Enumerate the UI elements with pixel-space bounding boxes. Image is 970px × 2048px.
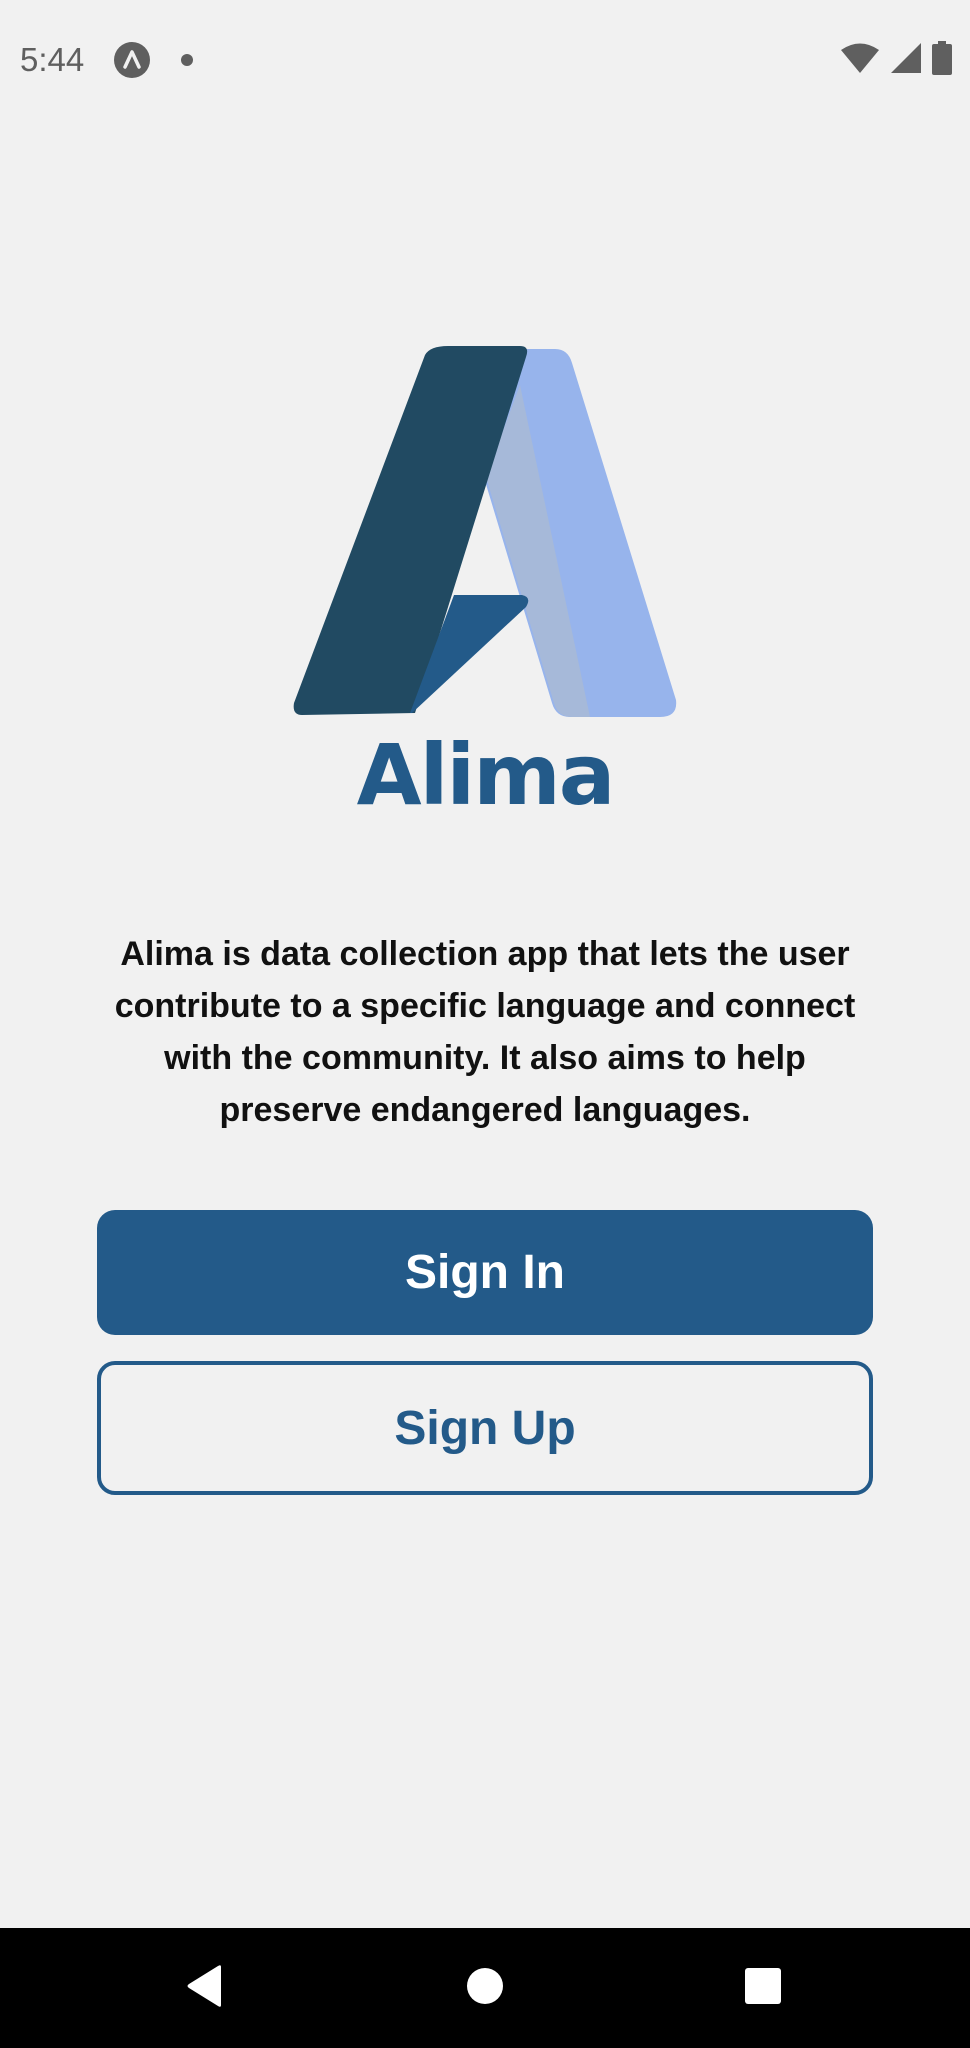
status-bar: 5:44 bbox=[0, 0, 970, 120]
wifi-icon bbox=[840, 42, 880, 79]
back-icon bbox=[185, 1964, 225, 2013]
signal-icon bbox=[890, 42, 922, 79]
brand-name: Alima bbox=[356, 726, 616, 824]
recents-button[interactable] bbox=[708, 1928, 818, 2048]
app-description: Alima is data collection app that lets t… bbox=[114, 935, 856, 1129]
status-time: 5:44 bbox=[20, 41, 85, 78]
home-icon bbox=[466, 1967, 504, 2010]
home-button[interactable] bbox=[430, 1928, 540, 2048]
recents-icon bbox=[744, 1967, 782, 2010]
alima-logo bbox=[290, 345, 680, 725]
status-icons bbox=[840, 40, 952, 80]
battery-icon bbox=[932, 40, 952, 80]
app-badge-icon bbox=[114, 42, 150, 78]
notification-dot-icon bbox=[181, 54, 193, 66]
back-button[interactable] bbox=[150, 1928, 260, 2048]
navigation-bar bbox=[0, 1928, 970, 2048]
sign-up-button[interactable]: Sign Up bbox=[97, 1361, 873, 1495]
sign-in-button[interactable]: Sign In bbox=[97, 1210, 873, 1335]
